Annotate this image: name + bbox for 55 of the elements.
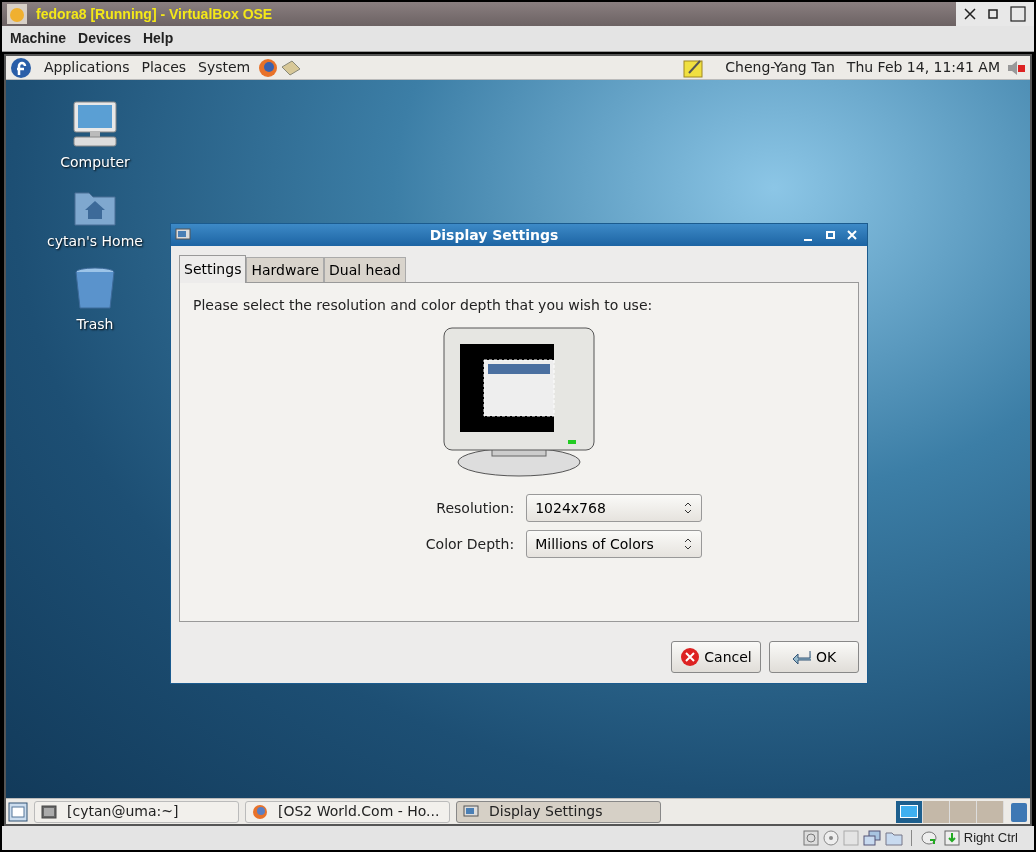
tab[interactable]: Dual head	[324, 257, 406, 282]
updown-arrow-icon	[683, 501, 694, 515]
minimize-icon[interactable]	[988, 9, 998, 19]
panel-menu[interactable]: System	[198, 57, 251, 78]
maximize-icon[interactable]	[1010, 6, 1026, 22]
desktop-icon-label[interactable]: Trash	[76, 314, 114, 335]
notepad-icon[interactable]	[683, 57, 706, 78]
workspace-switcher[interactable]	[896, 800, 923, 823]
app-icon	[6, 3, 28, 25]
monitor-icon	[463, 804, 479, 819]
close-icon	[847, 230, 857, 240]
combo-box[interactable]: 1024x768	[526, 494, 703, 522]
close-button[interactable]	[964, 8, 976, 20]
show-desktop-icon[interactable]	[8, 801, 28, 822]
panel-menu[interactable]: Places	[141, 57, 187, 78]
monitor-icon	[175, 228, 191, 242]
disc-icon[interactable]	[822, 830, 839, 846]
workspace-switcher[interactable]	[923, 800, 950, 823]
taskbar-button[interactable]: Display Settings	[456, 800, 661, 823]
user-name[interactable]: Cheng-Yang Tan	[725, 57, 835, 78]
close-icon	[964, 8, 976, 20]
ok-button[interactable]: OK	[769, 641, 859, 673]
desktop-icon-label[interactable]: cytan's Home	[47, 231, 143, 252]
trash-icon[interactable]	[1010, 800, 1028, 823]
dialog-title: Display Settings	[428, 225, 560, 245]
panel-menu[interactable]: Applications	[44, 57, 130, 78]
cancel-icon	[680, 647, 701, 667]
tab[interactable]: Settings	[179, 255, 247, 283]
terminal-icon	[41, 804, 57, 819]
workspace-switcher[interactable]	[977, 800, 1004, 823]
instruction-text: Please select the resolution and color depth that you wish to use:	[193, 296, 653, 315]
globe-icon[interactable]	[258, 57, 279, 78]
return-arrow-icon	[791, 649, 812, 665]
updown-arrow-icon	[683, 537, 694, 551]
workspace-switcher[interactable]	[950, 800, 977, 823]
field-label: Resolution:	[435, 498, 515, 518]
menu-item[interactable]: Help	[142, 28, 174, 49]
trash-icon	[73, 266, 117, 310]
network-icon[interactable]	[862, 830, 881, 846]
tab[interactable]: Hardware	[246, 257, 324, 282]
globe-icon	[252, 803, 268, 820]
clock[interactable]: Thu Feb 14, 11:41 AM	[846, 57, 1000, 78]
logo-icon[interactable]	[10, 56, 32, 79]
menu-item[interactable]: Machine	[10, 28, 66, 49]
cancel-button[interactable]: Cancel	[671, 641, 761, 673]
taskbar-button[interactable]: [OS2 World.Com - Ho...	[245, 800, 450, 823]
desktop-icon-label[interactable]: Computer	[60, 152, 130, 173]
combo-box[interactable]: Millions of Colors	[526, 530, 703, 558]
taskbar-button[interactable]: [cytan@uma:~]	[34, 800, 239, 823]
speaker-muted-icon[interactable]	[1006, 58, 1026, 77]
menu-item[interactable]: Devices	[78, 28, 131, 49]
host-key-label: Right Ctrl	[963, 829, 1018, 848]
window-title: fedora8 [Running] - VirtualBox OSE	[36, 4, 273, 24]
field-label: Color Depth:	[425, 534, 515, 554]
computer-icon	[70, 100, 120, 148]
